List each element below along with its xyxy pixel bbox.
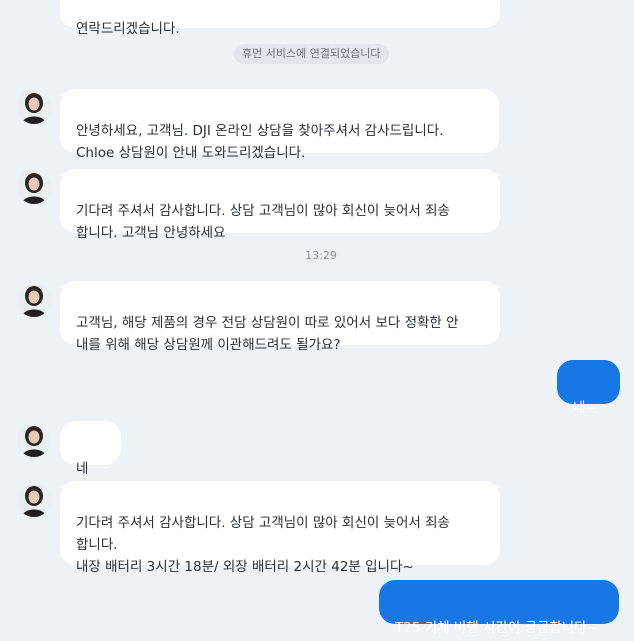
agent-avatar-icon xyxy=(17,90,51,124)
agent-avatar xyxy=(17,483,51,517)
agent-avatar xyxy=(17,170,51,204)
message-text: 기다려 주셔서 감사합니다. 상담 고객님이 많아 회신이 늦어서 죄송 합니다… xyxy=(76,515,450,575)
message-timestamp: 13:29 xyxy=(305,249,337,262)
agent-avatar-icon xyxy=(17,283,51,317)
message-text: T25 기체 비행 시간이 궁금합니다~ xyxy=(395,620,598,636)
agent-avatar-icon xyxy=(17,423,51,457)
system-notice: 휴먼 서비스에 연결되었습니다 xyxy=(234,44,389,64)
message-bubble-agent: 기다려 주셔서 감사합니다. 상담 고객님이 많아 회신이 늦어서 죄송 합니다… xyxy=(60,481,500,575)
message-bubble-agent: 고객님, 해당 제품의 경우 전담 상담원이 따로 있어서 보다 정확한 안 내… xyxy=(60,281,500,353)
message-text: 안녕하세요, 고객님. DJI 온라인 상담을 찾아주셔서 감사드립니다. Ch… xyxy=(76,123,444,161)
message-text: 네~ xyxy=(573,400,597,416)
message-bubble-user: 네~ xyxy=(557,360,620,416)
message-bubble-agent: 네~~ xyxy=(60,421,121,503)
message-text: 고객님, 해당 제품의 경우 전담 상담원이 따로 있어서 보다 정확한 안 내… xyxy=(76,315,459,353)
message-bubble-agent-partial: 연락드리겠습니다. xyxy=(60,0,500,37)
message-bubble-user: T25 기체 비행 시간이 궁금합니다~ xyxy=(379,580,619,636)
message-text: 연락드리겠습니다. xyxy=(76,21,180,37)
agent-avatar-icon xyxy=(17,170,51,204)
agent-avatar xyxy=(17,283,51,317)
message-text: 기다려 주셔서 감사합니다. 상담 고객님이 많아 회신이 늦어서 죄송 합니다… xyxy=(76,203,450,241)
agent-avatar-icon xyxy=(17,483,51,517)
agent-avatar xyxy=(17,90,51,124)
agent-avatar xyxy=(17,423,51,457)
message-bubble-agent: 기다려 주셔서 감사합니다. 상담 고객님이 많아 회신이 늦어서 죄송 합니다… xyxy=(60,169,500,241)
message-bubble-agent: 안녕하세요, 고객님. DJI 온라인 상담을 찾아주셔서 감사드립니다. Ch… xyxy=(60,89,499,161)
